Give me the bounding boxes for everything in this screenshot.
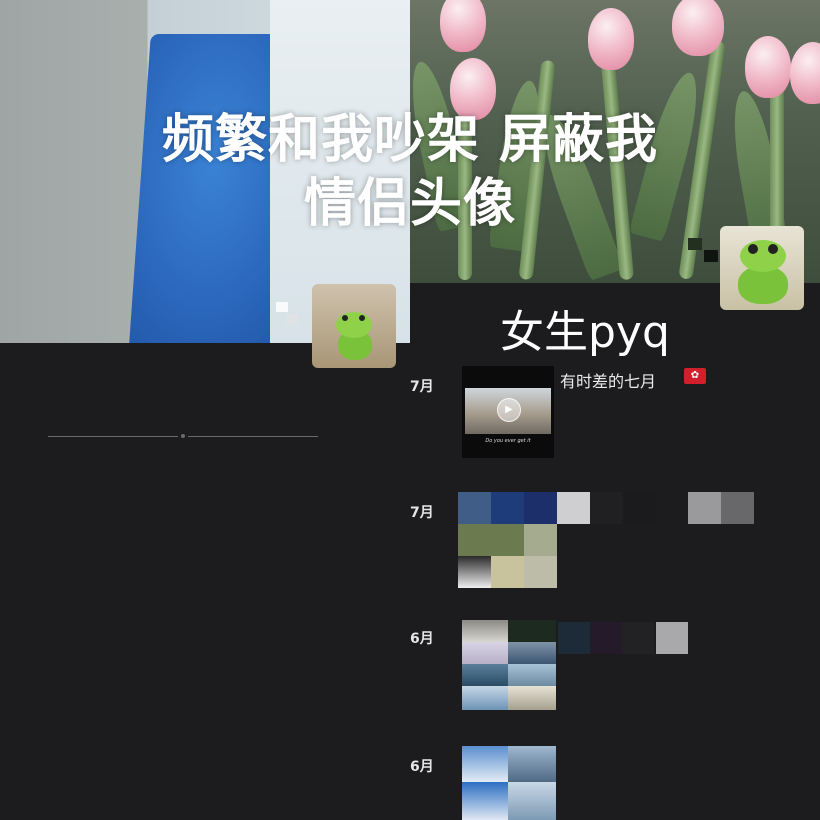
post-image-grid[interactable]	[462, 746, 556, 820]
headline-line-1: 频繁和我吵架 屏蔽我	[161, 110, 659, 170]
mosaic-block	[276, 302, 288, 312]
headline-line-2: 情侣头像	[303, 174, 516, 234]
mosaic-block	[688, 238, 702, 250]
headline: 频繁和我吵架 屏蔽我 情侣头像	[0, 108, 820, 236]
post-month: 7月	[410, 505, 434, 521]
post-video-thumbnail[interactable]: ▶ Do you ever get it	[462, 366, 554, 458]
post-text[interactable]: 有时差的七月	[560, 368, 656, 392]
avatar-left-frog[interactable]	[312, 284, 396, 368]
avatar-right-frog[interactable]	[720, 226, 804, 310]
subtitle: 女生pyq	[500, 307, 670, 358]
mosaic-block	[704, 250, 718, 262]
play-icon[interactable]: ▶	[497, 398, 521, 422]
post-image-grid[interactable]	[458, 492, 754, 588]
divider-dot	[181, 434, 185, 438]
divider-line	[48, 436, 178, 437]
divider-line	[188, 436, 318, 437]
post-month: 7月	[410, 379, 434, 395]
mosaic-block	[286, 314, 298, 324]
post-month: 6月	[410, 759, 434, 775]
video-caption: Do you ever get it	[485, 438, 531, 444]
post-image-grid[interactable]	[462, 620, 690, 712]
hong-kong-flag-icon: ✿	[684, 368, 706, 384]
post-month: 6月	[410, 631, 434, 647]
